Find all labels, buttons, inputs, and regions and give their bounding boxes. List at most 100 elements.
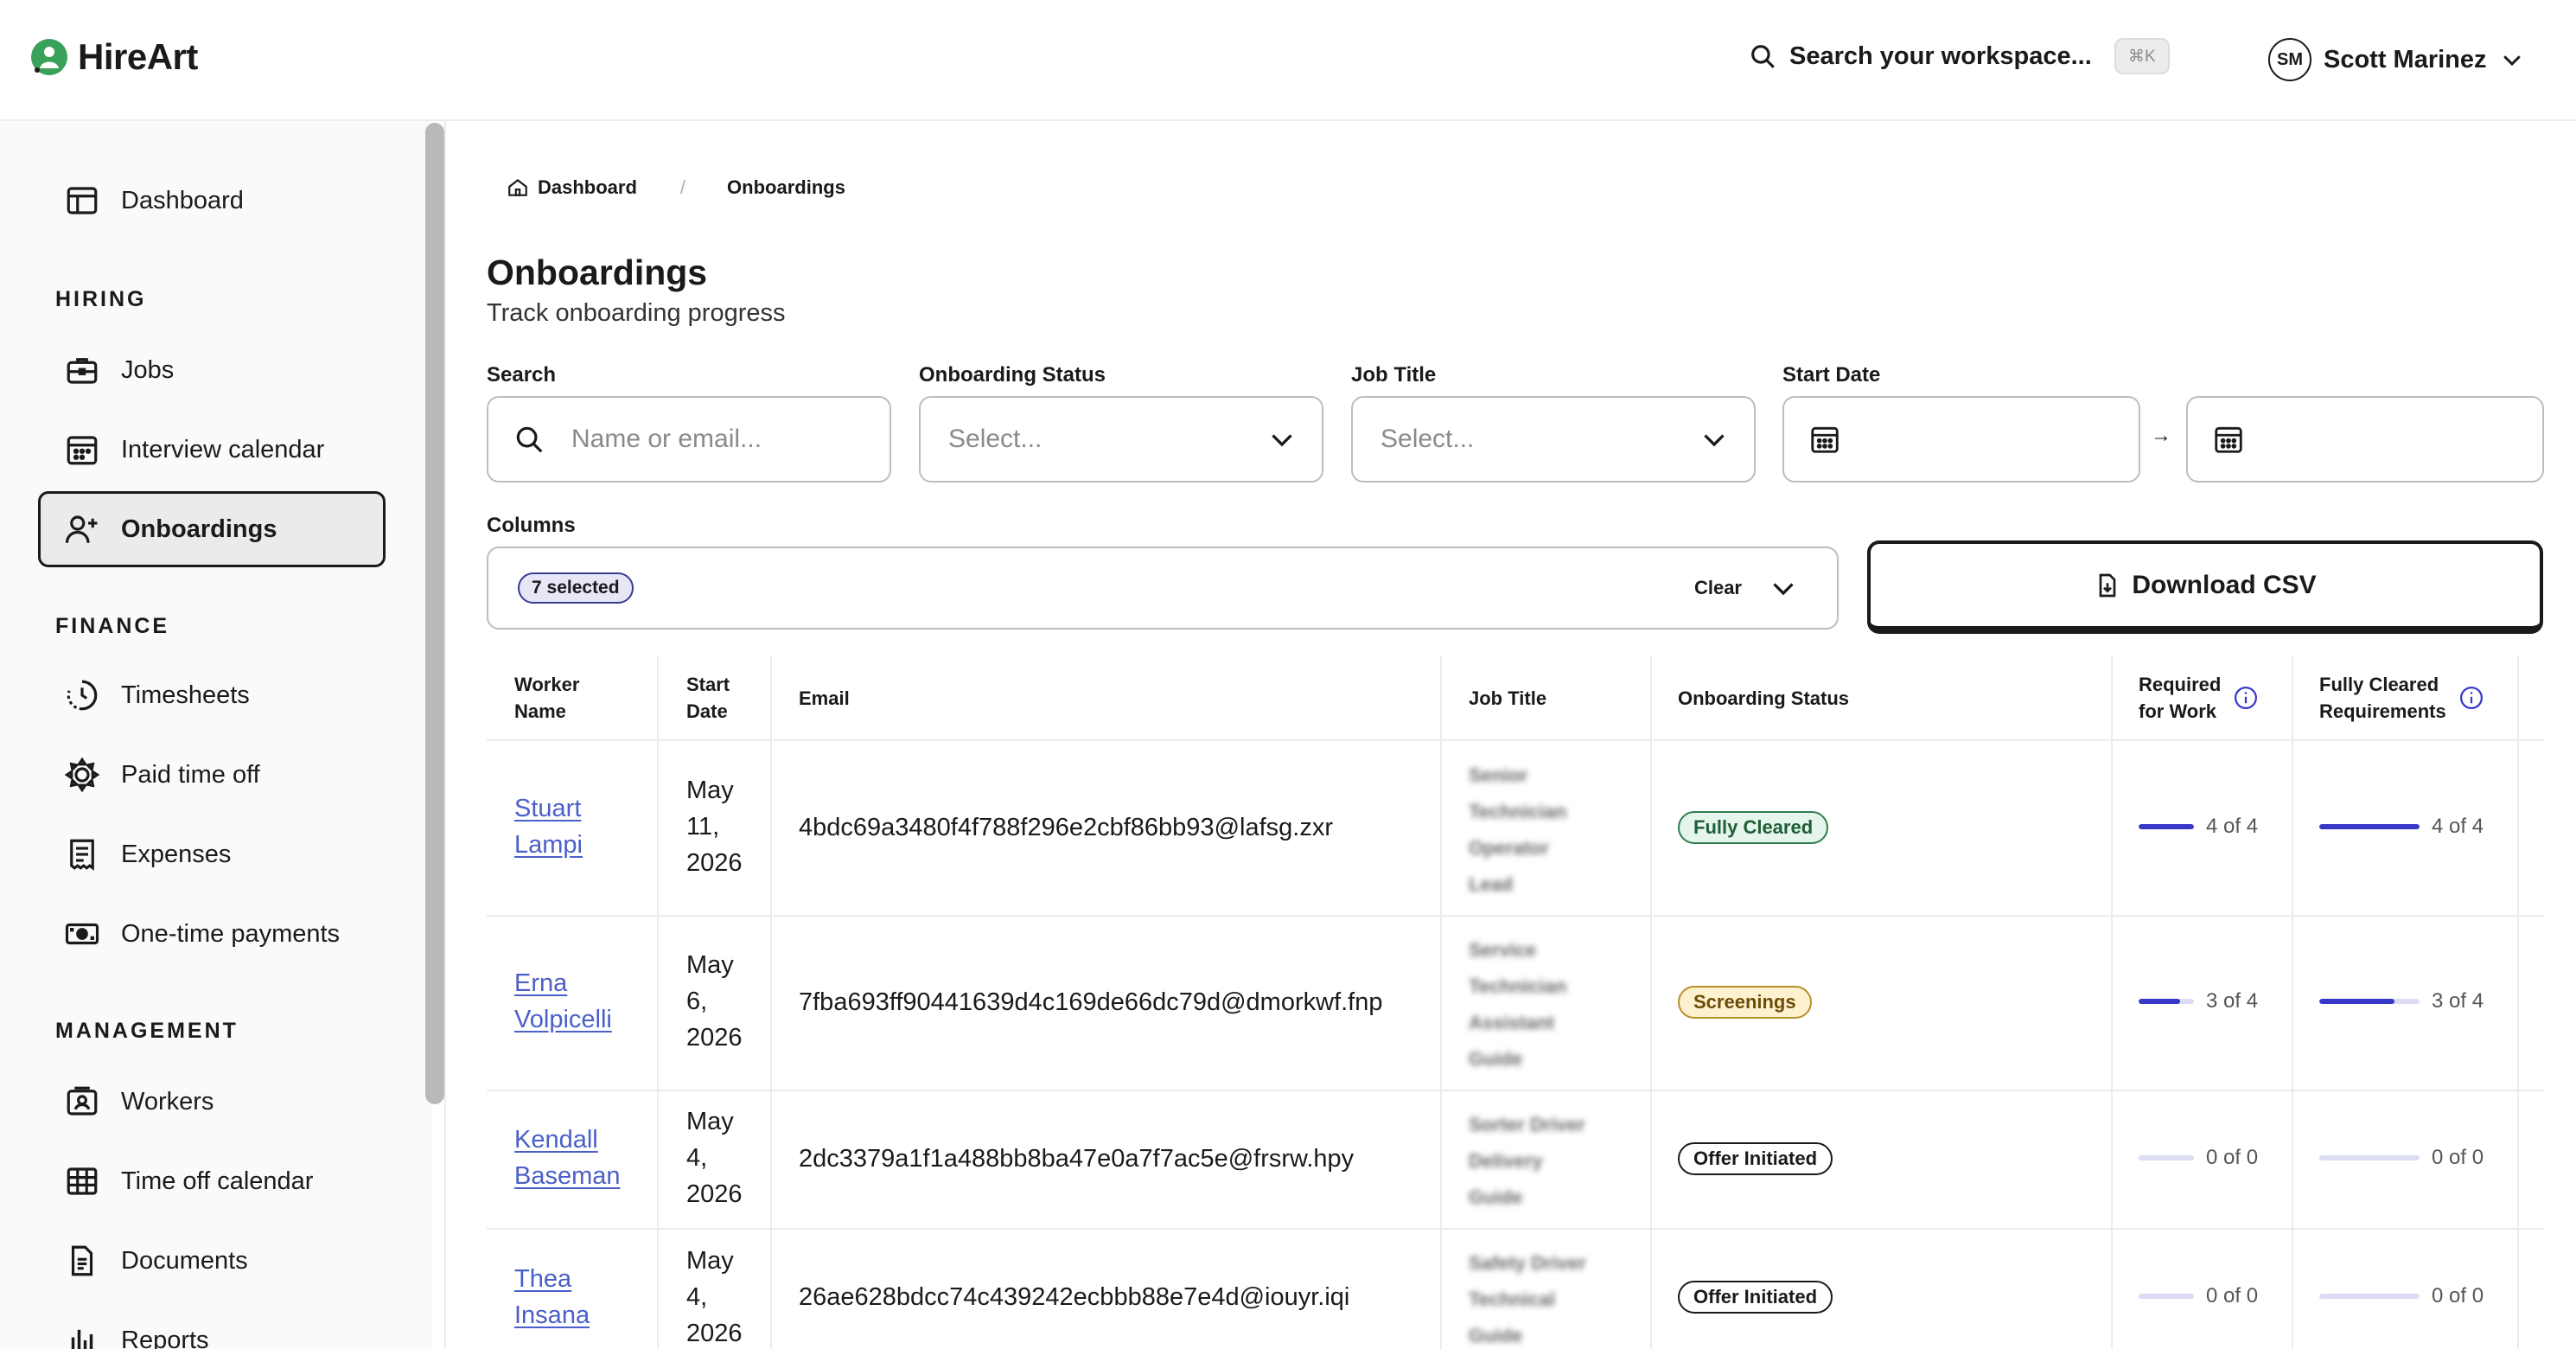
logo[interactable]: HireArt <box>29 36 198 78</box>
sidebar-item-label: Reports <box>121 1326 209 1349</box>
sidebar-item-one-time-payments[interactable]: One-time payments <box>38 896 386 972</box>
column-header-job-title[interactable]: Job Title <box>1469 685 1546 712</box>
status-filter-label: Onboarding Status <box>919 363 1106 387</box>
sidebar-item-label: Onboardings <box>121 515 277 543</box>
download-csv-button[interactable]: Download CSV <box>1867 540 2543 634</box>
sidebar-item-reports[interactable]: Reports <box>38 1302 386 1349</box>
worker-name-link[interactable]: Erna Volpicelli <box>514 965 612 1038</box>
date-range-arrow: → <box>2151 424 2171 447</box>
email-cell: 7fba693ff90441639d4c169de66dc79d@dmorkwf… <box>799 988 1383 1016</box>
breadcrumb: Dashboard / Onboardings <box>507 176 845 199</box>
receipt-icon <box>70 839 94 871</box>
bar-chart-icon <box>71 1329 93 1349</box>
search-label: Search <box>487 363 557 387</box>
date-month: May <box>686 1108 734 1135</box>
start-date-to[interactable] <box>2186 396 2544 483</box>
header-line: Worker <box>514 674 580 695</box>
sidebar-item-label: Paid time off <box>121 760 260 789</box>
job-title-cell: Senior Technician Operator Lead <box>1469 758 1566 903</box>
sidebar-item-timesheets[interactable]: Timesheets <box>38 657 386 733</box>
status-badge: Offer Initiated <box>1678 1281 1833 1314</box>
job-title-cell: Service Technician Assistant Guide <box>1469 932 1566 1077</box>
user-menu[interactable]: SM Scott Marinez <box>2268 38 2525 81</box>
workspace-search[interactable]: Search your workspace... ⌘K <box>1748 38 2170 74</box>
section-label-management: MANAGEMENT <box>55 1019 239 1043</box>
column-header-fully-cleared[interactable]: Fully Cleared Requirements <box>2319 671 2484 725</box>
column-header-email[interactable]: Email <box>799 685 850 712</box>
job-title-line: Operator <box>1469 837 1549 859</box>
job-title-line: Sorter Driver <box>1469 1114 1585 1135</box>
status-select[interactable]: Select... <box>919 396 1323 483</box>
columns-select[interactable]: 7 selected Clear <box>487 547 1839 630</box>
search-input[interactable]: Name or email... <box>487 396 891 483</box>
columns-clear-button[interactable]: Clear <box>1694 577 1742 599</box>
job-title-select[interactable]: Select... <box>1351 396 1756 483</box>
worker-name-link[interactable]: Thea Insana <box>514 1261 590 1333</box>
header-divider <box>487 739 2544 741</box>
worker-first-name: Erna <box>514 969 568 997</box>
progress-bar <box>2139 1294 2194 1299</box>
progress-text: 3 of 4 <box>2206 989 2259 1013</box>
date-year: 2026 <box>686 1024 743 1052</box>
avatar: SM <box>2268 38 2311 81</box>
job-title-line: Assistant <box>1469 1012 1555 1033</box>
column-header-required-for-work[interactable]: Required for Work <box>2139 671 2259 725</box>
sidebar-scrollbar[interactable] <box>425 123 444 1104</box>
column-divider <box>2517 655 2519 1349</box>
column-header-start-date[interactable]: Start Date <box>686 671 730 725</box>
start-date-cell: May 11, 2026 <box>686 772 743 881</box>
sidebar-item-label: Workers <box>121 1087 214 1116</box>
sidebar-item-interview-calendar[interactable]: Interview calendar <box>38 412 386 488</box>
user-plus-icon <box>65 515 98 543</box>
progress-bar <box>2319 1155 2420 1160</box>
job-title-line: Safety Driver <box>1469 1252 1586 1274</box>
sidebar-item-expenses[interactable]: Expenses <box>38 816 386 892</box>
column-divider <box>1440 655 1442 1349</box>
sidebar-item-paid-time-off[interactable]: Paid time off <box>38 737 386 813</box>
fully-cleared-progress: 0 of 0 <box>2319 1146 2484 1170</box>
job-filter-label: Job Title <box>1351 363 1437 387</box>
status-badge: Offer Initiated <box>1678 1142 1833 1175</box>
job-title-line: Lead <box>1469 873 1514 895</box>
column-header-worker-name[interactable]: Worker Name <box>514 671 579 725</box>
job-title-line: Technical <box>1469 1288 1555 1310</box>
breadcrumb-home[interactable]: Dashboard <box>538 176 637 199</box>
row-divider <box>487 1228 2544 1230</box>
start-date-from[interactable] <box>1782 396 2140 483</box>
date-day: 4, <box>686 1283 708 1311</box>
date-month: May <box>686 1247 734 1275</box>
worker-name-link[interactable]: Stuart Lampi <box>514 790 583 863</box>
column-divider <box>1650 655 1652 1349</box>
sidebar-item-time-off-calendar[interactable]: Time off calendar <box>38 1143 386 1219</box>
column-divider <box>657 655 659 1349</box>
worker-name-link[interactable]: Kendall Baseman <box>514 1122 621 1194</box>
search-placeholder: Name or email... <box>571 425 762 453</box>
column-divider <box>2111 655 2113 1349</box>
job-title-cell: Safety Driver Technical Guide <box>1469 1245 1586 1349</box>
job-title-line: Service <box>1469 939 1537 961</box>
chevron-down-icon <box>1272 434 1292 447</box>
chevron-down-icon <box>1704 434 1725 447</box>
date-day: 6, <box>686 988 708 1015</box>
info-icon[interactable] <box>2233 685 2259 711</box>
columns-label: Columns <box>487 514 576 537</box>
download-csv-label: Download CSV <box>2132 570 2317 599</box>
header-line: Required <box>2139 674 2222 695</box>
start-date-label: Start Date <box>1782 363 1881 387</box>
sidebar-item-jobs[interactable]: Jobs <box>38 332 386 408</box>
sidebar-item-onboardings[interactable]: Onboardings <box>38 491 386 567</box>
sidebar-item-dashboard[interactable]: Dashboard <box>38 163 386 239</box>
info-icon[interactable] <box>2458 685 2484 711</box>
sidebar-item-documents[interactable]: Documents <box>38 1223 386 1299</box>
progress-bar <box>2319 1294 2420 1299</box>
sidebar-item-workers[interactable]: Workers <box>38 1064 386 1140</box>
worker-first-name: Stuart <box>514 795 582 822</box>
progress-fill <box>2319 999 2394 1004</box>
job-title-line: Technician <box>1469 801 1567 822</box>
sidebar-item-label: Interview calendar <box>121 435 325 464</box>
workspace-search-text: Search your workspace... <box>1789 42 2092 70</box>
worker-first-name: Kendall <box>514 1126 598 1154</box>
column-header-onboarding-status[interactable]: Onboarding Status <box>1678 685 1849 712</box>
cash-icon <box>65 923 99 945</box>
required-progress: 3 of 4 <box>2139 989 2258 1013</box>
